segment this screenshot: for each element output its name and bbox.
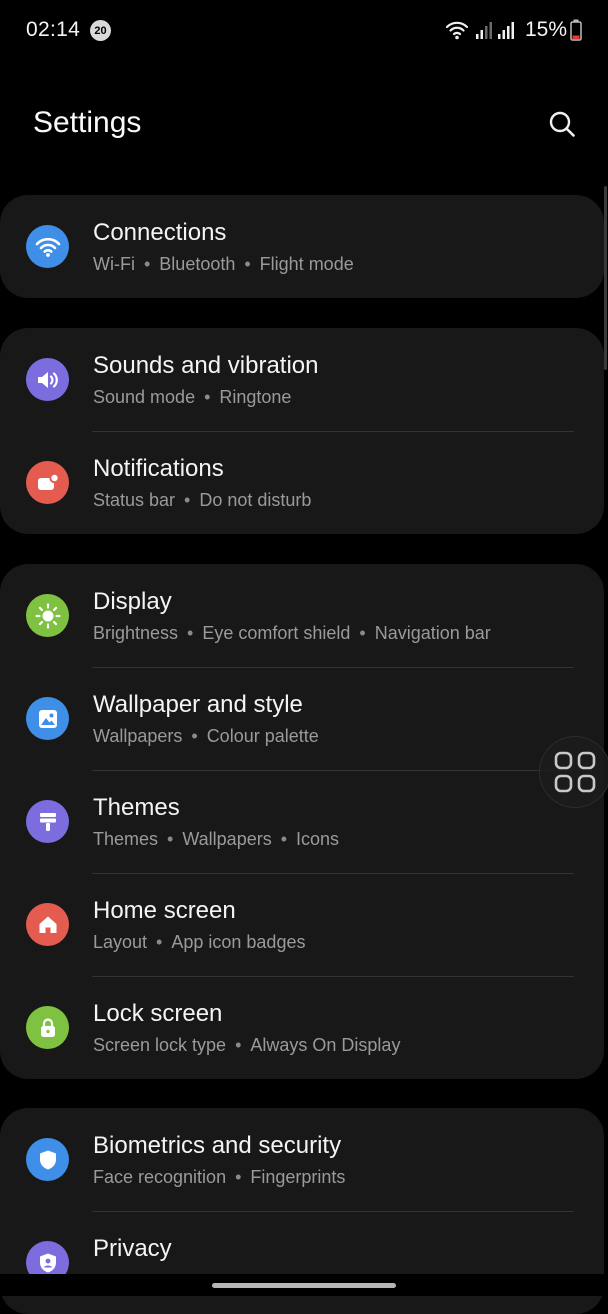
notification-icon — [26, 461, 69, 504]
search-icon — [549, 111, 575, 137]
settings-item-notifications[interactable]: Notifications Status bar • Do not disturb — [0, 431, 604, 534]
shield-icon — [26, 1138, 69, 1181]
scrollbar[interactable] — [604, 186, 607, 370]
item-subtitle: Wi-Fi • Bluetooth • Flight mode — [93, 254, 354, 274]
item-title: Lock screen — [93, 1000, 223, 1027]
brightness-icon — [26, 594, 69, 637]
settings-group-connections: Connections Wi-Fi • Bluetooth • Flight mode — [0, 195, 604, 298]
settings-item-home-screen[interactable]: Home screen Layout • App icon badges — [0, 873, 604, 976]
settings-group-display: Display Brightness • Eye comfort shield • Na… — [0, 564, 604, 1079]
paintbrush-icon — [26, 800, 69, 843]
item-subtitle: Screen lock type • Always On Display — [93, 1035, 401, 1055]
signal-2-icon — [497, 22, 514, 39]
settings-item-privacy[interactable]: Privacy — [0, 1211, 604, 1314]
item-subtitle: Sound mode • Ringtone — [93, 387, 292, 407]
item-subtitle: Layout • App icon badges — [93, 932, 306, 952]
item-title: Connections — [93, 219, 227, 246]
item-title: Sounds and vibration — [93, 352, 319, 379]
status-time: 02:14 — [26, 18, 81, 41]
item-title: Privacy — [93, 1235, 172, 1262]
settings-item-sounds-and-vibration[interactable]: Sounds and vibration Sound mode • Ringtone — [0, 328, 604, 431]
item-title: Themes — [93, 794, 180, 821]
wallpaper-icon — [26, 697, 69, 740]
floating-shortcut-button[interactable] — [539, 736, 608, 808]
settings-item-connections[interactable]: Connections Wi-Fi • Bluetooth • Flight mode — [0, 195, 604, 298]
settings-group-sounds: Sounds and vibration Sound mode • Ringtone… — [0, 328, 604, 534]
item-subtitle: Wallpapers • Colour palette — [93, 726, 319, 746]
settings-item-lock-screen[interactable]: Lock screen Screen lock type • Always On D… — [0, 976, 604, 1079]
settings-item-display[interactable]: Display Brightness • Eye comfort shield • Na… — [0, 564, 604, 667]
signal-1-icon — [475, 22, 492, 39]
item-title: Notifications — [93, 455, 224, 482]
notification-count-badge: 20 — [90, 20, 111, 41]
status-icons: 15% — [445, 16, 582, 44]
lock-icon — [26, 1006, 69, 1049]
status-bar: 02:14 20 15% — [0, 0, 608, 60]
battery-icon — [570, 19, 582, 41]
item-subtitle: Status bar • Do not disturb — [93, 490, 312, 510]
item-subtitle: Themes • Wallpapers • Icons — [93, 829, 340, 849]
settings-item-biometrics-and-security[interactable]: Biometrics and security Face recognition… — [0, 1108, 604, 1211]
wifi-status-icon — [445, 21, 469, 40]
item-title: Biometrics and security — [93, 1132, 342, 1159]
search-button[interactable] — [540, 102, 584, 146]
item-title: Wallpaper and style — [93, 691, 303, 718]
speaker-icon — [26, 358, 69, 401]
battery-percentage: 15% — [524, 18, 567, 41]
home-icon — [26, 903, 69, 946]
item-title: Display — [93, 588, 172, 615]
wifi-icon — [26, 225, 69, 268]
settings-item-wallpaper-and-style[interactable]: Wallpaper and style Wallpapers • Colour pa… — [0, 667, 604, 770]
item-subtitle: Face recognition • Fingerprints — [93, 1167, 346, 1187]
home-indicator[interactable] — [212, 1283, 396, 1288]
settings-item-themes[interactable]: Themes Themes • Wallpapers • Icons — [0, 770, 604, 873]
page-title: Settings — [33, 106, 142, 139]
item-subtitle: Brightness • Eye comfort shield • Navigation… — [93, 623, 491, 643]
item-title: Home screen — [93, 897, 236, 924]
grid-icon — [554, 751, 596, 793]
